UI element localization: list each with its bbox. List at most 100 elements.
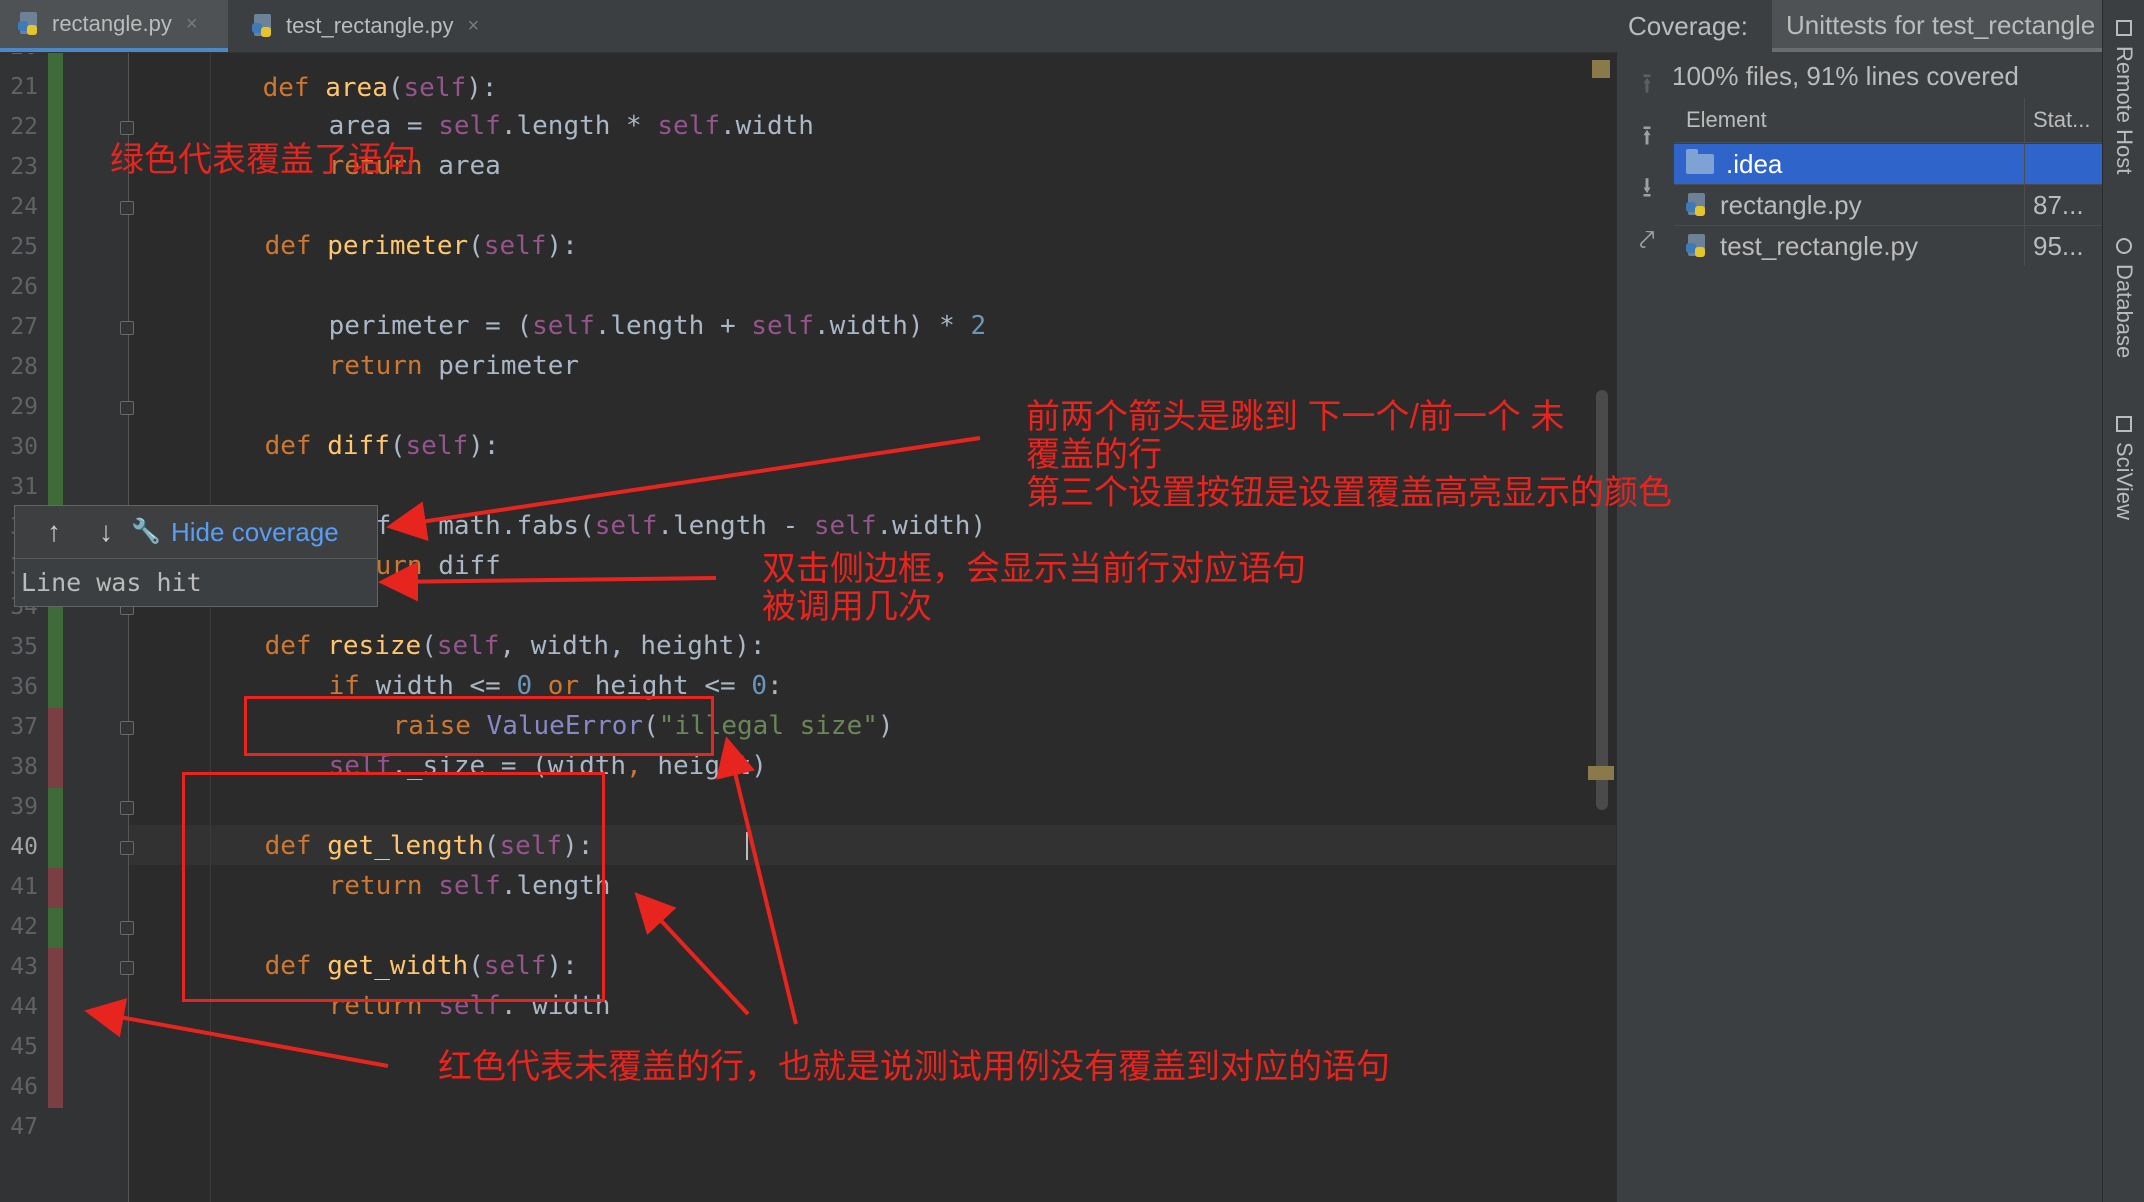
editor-tab-bar: rectangle.py × test_rectangle.py × xyxy=(0,0,1616,53)
fold-icon[interactable] xyxy=(120,321,134,335)
code-token: self xyxy=(657,111,720,141)
covered-line-marker[interactable] xyxy=(48,788,63,828)
code-line-31[interactable]: diff = math.fabs(self.length - self.widt… xyxy=(266,466,986,541)
column-header-stat[interactable]: Stat... xyxy=(2024,98,2102,142)
close-icon[interactable]: × xyxy=(468,15,480,38)
code-line-35[interactable]: if width <= 0 or height <= 0: xyxy=(266,626,783,701)
scrollbar-marker[interactable] xyxy=(1588,766,1614,780)
code-token: .width) xyxy=(876,511,987,541)
fold-icon[interactable] xyxy=(120,801,134,815)
covered-line-marker[interactable] xyxy=(48,268,63,308)
code-token: ( xyxy=(468,231,484,261)
import-icon[interactable]: ⭱ xyxy=(1631,120,1663,152)
code-line-21[interactable]: area = self.length * self.width xyxy=(266,66,814,141)
side-tab-sciview[interactable]: SciView xyxy=(2107,416,2141,520)
line-number: 41 xyxy=(10,874,38,900)
fold-icon[interactable] xyxy=(120,841,134,855)
export-icon[interactable]: ⭳ xyxy=(1631,172,1663,204)
code-token: ): xyxy=(546,231,578,261)
python-file-icon xyxy=(252,14,274,38)
navigate-icon[interactable]: ⤤ xyxy=(1631,224,1663,256)
tab-rectangle-py[interactable]: rectangle.py × xyxy=(0,0,228,52)
covered-line-marker[interactable] xyxy=(48,348,63,388)
column-header-element[interactable]: Element xyxy=(1686,98,2016,142)
covered-line-marker[interactable] xyxy=(48,188,63,228)
covered-line-marker[interactable] xyxy=(48,828,63,868)
tab-test-rectangle-py[interactable]: test_rectangle.py × xyxy=(234,0,516,52)
code-token: def xyxy=(264,431,328,461)
code-token: def xyxy=(264,231,328,261)
go-up-icon[interactable]: ⭱ xyxy=(1631,68,1663,100)
annotation-red-meaning: 红色代表未覆盖的行，也就是说测试用例没有覆盖到对应的语句 xyxy=(438,1048,1390,1086)
code-line-27[interactable]: return perimeter xyxy=(266,306,579,381)
fold-icon[interactable] xyxy=(120,961,134,975)
uncovered-line-marker[interactable] xyxy=(48,708,63,748)
line-number: 46 xyxy=(10,1074,38,1100)
uncovered-line-marker[interactable] xyxy=(48,988,63,1028)
uncovered-line-marker[interactable] xyxy=(48,1068,63,1108)
hide-coverage-link[interactable]: Hide coverage xyxy=(171,506,339,558)
close-icon[interactable]: × xyxy=(186,13,198,36)
covered-line-marker[interactable] xyxy=(48,628,63,668)
covered-line-marker[interactable] xyxy=(48,668,63,708)
code-line-26[interactable]: perimeter = (self.length + self.width) *… xyxy=(266,266,987,341)
annotation-green-meaning: 绿色代表覆盖了语句 xyxy=(110,141,416,179)
fold-icon[interactable] xyxy=(120,921,134,935)
code-token: self xyxy=(751,311,814,341)
covered-line-marker[interactable] xyxy=(48,908,63,948)
code-line-22[interactable]: return area xyxy=(266,106,501,181)
uncovered-line-marker[interactable] xyxy=(48,868,63,908)
code-token: self xyxy=(594,511,658,541)
covered-line-marker[interactable] xyxy=(48,52,63,68)
uncovered-line-marker[interactable] xyxy=(48,948,63,988)
table-row[interactable]: rectangle.py 87... xyxy=(1674,185,2102,225)
folder-icon xyxy=(1686,149,1714,174)
line-number: 23 xyxy=(10,154,38,180)
row-name: .idea xyxy=(1726,149,1783,179)
code-line-29[interactable]: def diff(self): xyxy=(202,386,500,461)
line-number: 44 xyxy=(10,994,38,1020)
scrollbar-marker[interactable] xyxy=(1592,60,1610,78)
fold-icon[interactable] xyxy=(120,721,134,735)
fold-icon[interactable] xyxy=(120,121,134,135)
wrench-icon[interactable]: 🔧 xyxy=(131,516,161,548)
previous-uncovered-icon[interactable]: ↑ xyxy=(39,516,69,548)
line-number: 35 xyxy=(10,634,38,660)
row-name: test_rectangle.py xyxy=(1720,231,1919,261)
covered-line-marker[interactable] xyxy=(48,148,63,188)
covered-line-marker[interactable] xyxy=(48,428,63,468)
covered-line-marker[interactable] xyxy=(48,108,63,148)
code-token: ) xyxy=(877,711,894,741)
editor-gutter[interactable] xyxy=(0,52,128,1202)
line-number: 31 xyxy=(10,474,38,500)
covered-line-marker[interactable] xyxy=(48,68,63,108)
code-token: perimeter xyxy=(327,231,469,261)
covered-line-marker[interactable] xyxy=(48,308,63,348)
annotation-arrows-line1: 前两个箭头是跳到 下一个/前一个 未 xyxy=(1026,398,1565,436)
covered-line-marker[interactable] xyxy=(48,228,63,268)
tab-coverage-suite[interactable]: Unittests for test_rectangle xyxy=(1772,0,2102,52)
uncovered-line-marker[interactable] xyxy=(48,1028,63,1068)
fold-icon[interactable] xyxy=(120,401,134,415)
uncovered-line-marker[interactable] xyxy=(48,748,63,788)
code-token: .length - xyxy=(657,511,814,541)
code-token: ( xyxy=(389,431,406,461)
code-line-24[interactable]: def perimeter(self): xyxy=(202,186,578,261)
row-stat: 95... xyxy=(2024,226,2102,266)
line-number: 42 xyxy=(10,914,38,940)
covered-line-marker[interactable] xyxy=(48,468,63,508)
side-tab-database[interactable]: Database xyxy=(2107,238,2141,358)
next-uncovered-icon[interactable]: ↓ xyxy=(91,516,121,548)
code-token: area xyxy=(438,151,501,181)
covered-line-marker[interactable] xyxy=(48,388,63,428)
side-tab-remote-host[interactable]: Remote Host xyxy=(2107,20,2141,174)
line-number: 30 xyxy=(10,434,38,460)
table-row[interactable]: .idea xyxy=(1674,144,2102,184)
side-tab-label: SciView xyxy=(2112,442,2137,520)
fold-icon[interactable] xyxy=(120,201,134,215)
code-token: .length * xyxy=(500,111,658,141)
annotation-dblclick-line1: 双击侧边框，会显示当前行对应语句 xyxy=(762,550,1306,588)
table-row[interactable]: test_rectangle.py 95... xyxy=(1674,226,2102,266)
editor-scrollbar[interactable] xyxy=(1596,390,1608,810)
code-token: self xyxy=(405,431,469,461)
